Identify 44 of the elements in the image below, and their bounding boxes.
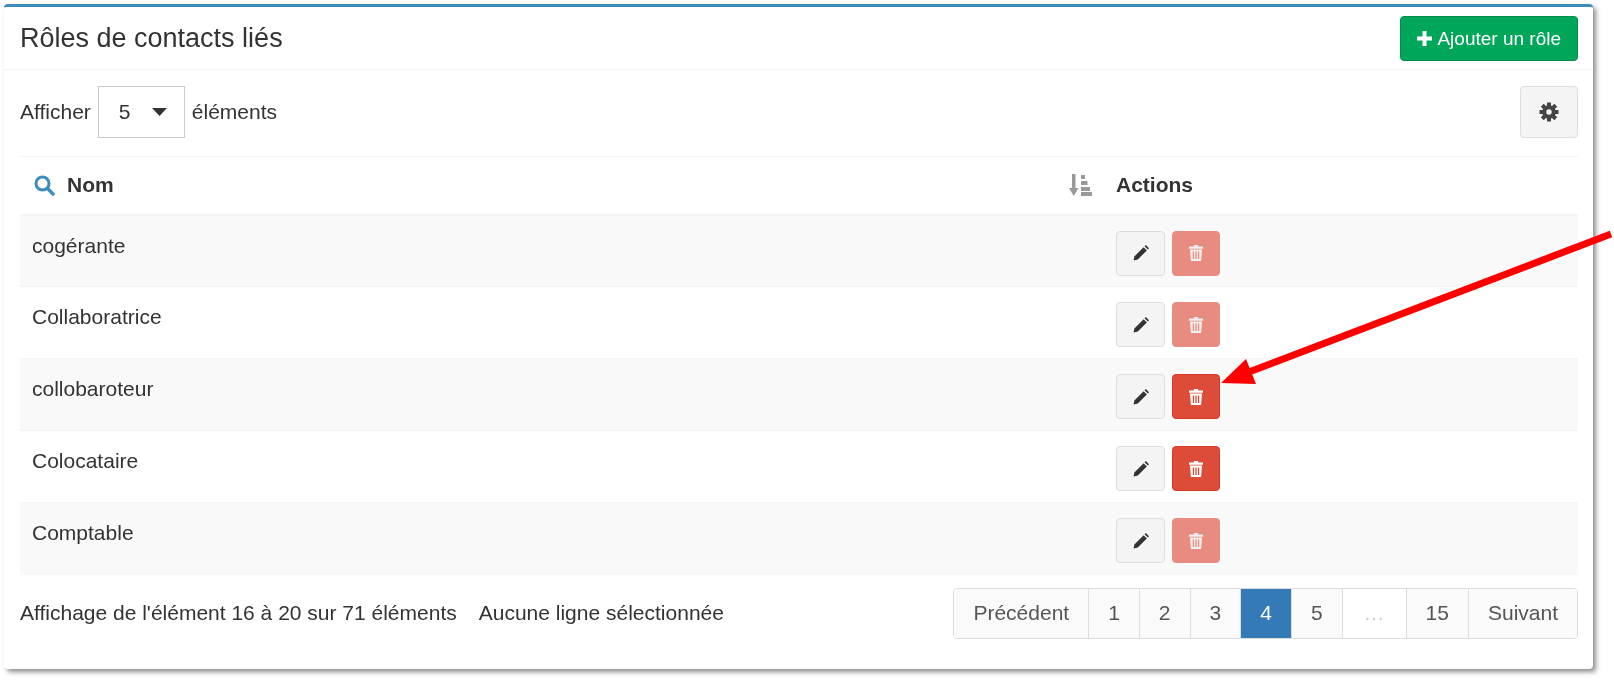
table-info: Affichage de l'élément 16 à 20 sur 71 éléments: [20, 600, 457, 627]
page-link[interactable]: Précédent: [954, 588, 1089, 638]
page-link[interactable]: 4: [1240, 588, 1291, 638]
entries-label: éléments: [191, 99, 278, 126]
role-name: Colocataire: [32, 449, 139, 472]
plus-icon: [1417, 30, 1433, 46]
role-name: Collaboratrice: [32, 305, 162, 328]
page-link[interactable]: 1: [1088, 588, 1139, 638]
delete-button[interactable]: [1172, 446, 1220, 491]
trash-icon: [1189, 388, 1203, 405]
trash-icon: [1189, 245, 1203, 261]
delete-button[interactable]: [1172, 374, 1220, 419]
pencil-icon: [1132, 532, 1149, 549]
page-link[interactable]: 15: [1405, 588, 1468, 638]
page-length-select[interactable]: 5: [97, 86, 185, 138]
search-icon[interactable]: [34, 174, 55, 196]
selection-info: Aucune ligne sélectionnée: [478, 600, 724, 627]
pencil-icon: [1132, 245, 1149, 261]
edit-button[interactable]: [1116, 374, 1165, 419]
panel-title: Rôles de contacts liés: [20, 24, 283, 52]
column-header: Actions: [1116, 172, 1193, 199]
page-link[interactable]: 3: [1189, 588, 1241, 638]
page-link[interactable]: Suivant: [1467, 588, 1577, 638]
caret-icon: [151, 108, 167, 116]
trash-icon: [1189, 460, 1203, 477]
edit-button[interactable]: [1116, 446, 1165, 491]
page-link[interactable]: 5: [1290, 588, 1342, 638]
pencil-icon: [1132, 388, 1149, 405]
role-name: collobaroteur: [32, 377, 154, 400]
sort-icon[interactable]: [1069, 174, 1092, 197]
edit-button[interactable]: [1116, 230, 1165, 276]
role-name: Comptable: [32, 521, 134, 544]
pencil-icon: [1132, 460, 1149, 477]
settings-button[interactable]: [1520, 86, 1578, 138]
edit-button[interactable]: [1116, 518, 1165, 563]
trash-icon: [1189, 316, 1203, 333]
page-link[interactable]: 2: [1138, 588, 1190, 638]
edit-button[interactable]: [1116, 302, 1165, 347]
pencil-icon: [1132, 316, 1149, 333]
trash-icon: [1189, 532, 1203, 549]
role-name: cogérante: [32, 233, 126, 257]
column-header[interactable]: Nom: [67, 170, 114, 201]
show-label: Afficher: [20, 99, 91, 126]
gear-icon: [1539, 102, 1559, 122]
